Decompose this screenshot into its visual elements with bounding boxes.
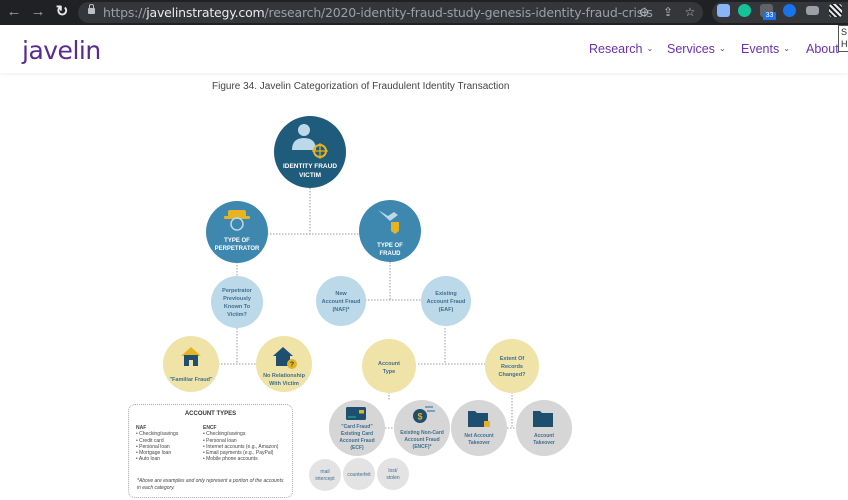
node-label: Account	[378, 361, 400, 367]
node-label: Victim?	[227, 312, 247, 318]
node-mail-intercept: mail intercept	[309, 459, 341, 491]
node-label: Perpetrator	[222, 288, 253, 294]
node-label: intercept	[315, 476, 335, 482]
node-label: Account Fraud	[404, 437, 439, 443]
list-item: • Mobile phone accounts	[203, 456, 258, 463]
node-label: (EAF)	[439, 307, 454, 313]
node-label: Net Account	[464, 433, 494, 439]
node-label: (ENCF)*	[413, 444, 432, 450]
credit-card-icon	[346, 407, 366, 420]
node-lost-stolen: lost/ stolen	[377, 458, 409, 490]
node-no-relationship: ? No Relationship With Victim	[256, 336, 312, 392]
node-label: Known To	[224, 304, 251, 310]
account-types-box: ACCOUNT TYPES NAF • Checking/savings • C…	[128, 404, 293, 498]
node-label: Account Fraud	[322, 299, 361, 305]
node-label: Takeover	[468, 440, 490, 446]
node-label: IDENTITY FRAUD	[283, 163, 337, 170]
node-label: Account Fraud	[427, 299, 466, 305]
node-new-account-fraud: New Account Fraud (NAF)*	[316, 276, 366, 326]
node-net-account-takeover: Net Account Takeover	[451, 400, 507, 456]
node-label: stolen	[386, 475, 400, 481]
node-account-takeover: Account Takeover	[516, 400, 572, 456]
svg-text:?: ?	[290, 362, 294, 369]
node-identity-fraud-victim: IDENTITY FRAUD VICTIM	[274, 116, 346, 188]
node-label: Existing Card	[341, 431, 373, 437]
node-label: Previously	[223, 296, 252, 302]
node-label: PERPETRATOR	[215, 246, 260, 252]
node-label: (ECF)	[350, 445, 364, 451]
account-types-note: *Above are examples and only represent a…	[137, 478, 284, 491]
node-label: VICTIM	[299, 172, 321, 179]
naf-list: NAF • Checking/savings • Credit card • P…	[136, 425, 178, 463]
folder-icon	[533, 411, 553, 427]
node-card-fraud: "Card Fraud" Existing Card Account Fraud…	[329, 400, 385, 456]
node-label: Changed?	[499, 372, 527, 378]
node-type-of-perpetrator: TYPE OF PERPETRATOR	[206, 201, 268, 263]
folder-lock-icon	[468, 411, 490, 427]
list-item: • Auto loan	[136, 456, 161, 463]
node-label: Existing Non-Card	[400, 430, 444, 436]
node-label: (NAF)*	[332, 307, 350, 313]
node-label: Existing	[435, 291, 456, 297]
node-type-of-fraud: TYPE OF FRAUD	[359, 200, 421, 262]
node-label: mail	[320, 469, 329, 475]
node-label: "Card Fraud"	[341, 424, 373, 430]
node-label: FRAUD	[380, 251, 402, 257]
node-label: With Victim	[269, 381, 299, 387]
node-label: Records	[501, 364, 523, 370]
node-label: TYPE OF	[224, 238, 250, 244]
node-label: Account Fraud	[339, 438, 374, 444]
node-label: New	[335, 291, 347, 297]
node-label: No Relationship	[263, 373, 306, 379]
node-label: Type	[383, 369, 395, 375]
node-label: lost/	[388, 468, 398, 474]
svg-text:$: $	[417, 412, 422, 422]
node-label: Extent Of	[500, 356, 525, 362]
node-extent-of-records: Extent Of Records Changed?	[485, 339, 539, 393]
node-account-type: Account Type	[362, 339, 416, 393]
node-counterfeit: counterfeit	[343, 458, 375, 490]
node-familiar-fraud: "Familiar Fraud"	[163, 336, 219, 392]
node-perpetrator-known: Perpetrator Previously Known To Victim?	[211, 276, 263, 328]
account-types-title: ACCOUNT TYPES	[184, 411, 237, 417]
node-existing-account-fraud: Existing Account Fraud (EAF)	[421, 276, 471, 326]
node-label: Account	[534, 433, 554, 439]
encf-list: ENCF • Checking/savings • Personal loan …	[203, 425, 278, 463]
node-label: Takeover	[533, 440, 555, 446]
node-non-card-fraud: $ Existing Non-Card Account Fraud (ENCF)…	[394, 400, 450, 456]
node-label: counterfeit	[347, 472, 371, 478]
node-label: TYPE OF	[377, 243, 403, 249]
node-label: "Familiar Fraud"	[169, 377, 213, 383]
